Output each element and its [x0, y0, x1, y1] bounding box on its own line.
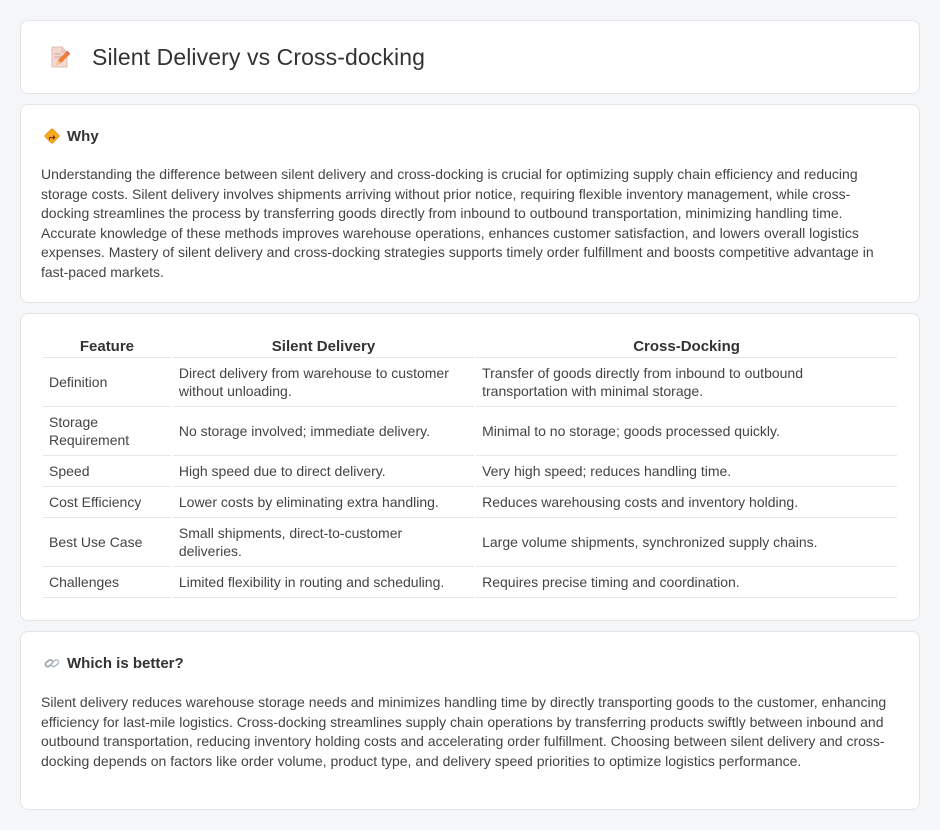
- table-row: Best Use Case Small shipments, direct-to…: [43, 518, 897, 567]
- why-text: Understanding the difference between sil…: [41, 166, 874, 280]
- comparison-card: Feature Silent Delivery Cross-Docking De…: [20, 313, 920, 621]
- why-title-row: Why: [43, 127, 99, 145]
- cross-docking-cell: Very high speed; reduces handling time.: [476, 456, 897, 487]
- table-row: Speed High speed due to direct delivery.…: [43, 456, 897, 487]
- cross-docking-cell: Large volume shipments, synchronized sup…: [476, 518, 897, 567]
- header-card: Silent Delivery vs Cross-docking: [20, 20, 920, 94]
- table-row: Cost Efficiency Lower costs by eliminati…: [43, 487, 897, 518]
- header-row: Silent Delivery vs Cross-docking: [21, 21, 919, 93]
- feature-cell: Speed: [43, 456, 171, 487]
- better-text: Silent delivery reduces warehouse storag…: [41, 694, 887, 769]
- why-card: Why Understanding the difference between…: [20, 104, 920, 303]
- table-row: Storage Requirement No storage involved;…: [43, 407, 897, 456]
- document-pencil-icon: [46, 44, 72, 70]
- silent-delivery-cell: No storage involved; immediate delivery.: [172, 407, 475, 456]
- feature-cell: Storage Requirement: [43, 407, 171, 456]
- table-row: Challenges Limited flexibility in routin…: [43, 567, 897, 598]
- header-feature: Feature: [43, 335, 171, 358]
- better-title-row: Which is better?: [43, 654, 184, 672]
- link-icon: [43, 654, 61, 672]
- diamond-sign-icon: [43, 127, 61, 145]
- feature-cell: Challenges: [43, 567, 171, 598]
- which-is-better-card: Which is better? Silent delivery reduces…: [20, 631, 920, 810]
- silent-delivery-cell: Limited flexibility in routing and sched…: [172, 567, 475, 598]
- silent-delivery-cell: Direct delivery from warehouse to custom…: [172, 358, 475, 407]
- silent-delivery-cell: Small shipments, direct-to-customer deli…: [172, 518, 475, 567]
- header-silent-delivery: Silent Delivery: [172, 335, 475, 358]
- silent-delivery-cell: High speed due to direct delivery.: [172, 456, 475, 487]
- cross-docking-cell: Transfer of goods directly from inbound …: [476, 358, 897, 407]
- cross-docking-cell: Minimal to no storage; goods processed q…: [476, 407, 897, 456]
- page-title: Silent Delivery vs Cross-docking: [92, 43, 425, 70]
- why-heading: Why: [67, 127, 99, 145]
- feature-cell: Best Use Case: [43, 518, 171, 567]
- cross-docking-cell: Reduces warehousing costs and inventory …: [476, 487, 897, 518]
- feature-cell: Definition: [43, 358, 171, 407]
- comparison-table: Feature Silent Delivery Cross-Docking De…: [41, 335, 899, 598]
- cross-docking-cell: Requires precise timing and coordination…: [476, 567, 897, 598]
- feature-cell: Cost Efficiency: [43, 487, 171, 518]
- table-row: Definition Direct delivery from warehous…: [43, 358, 897, 407]
- silent-delivery-cell: Lower costs by eliminating extra handlin…: [172, 487, 475, 518]
- header-cross-docking: Cross-Docking: [476, 335, 897, 358]
- better-heading: Which is better?: [67, 654, 184, 672]
- table-header-row: Feature Silent Delivery Cross-Docking: [43, 335, 897, 358]
